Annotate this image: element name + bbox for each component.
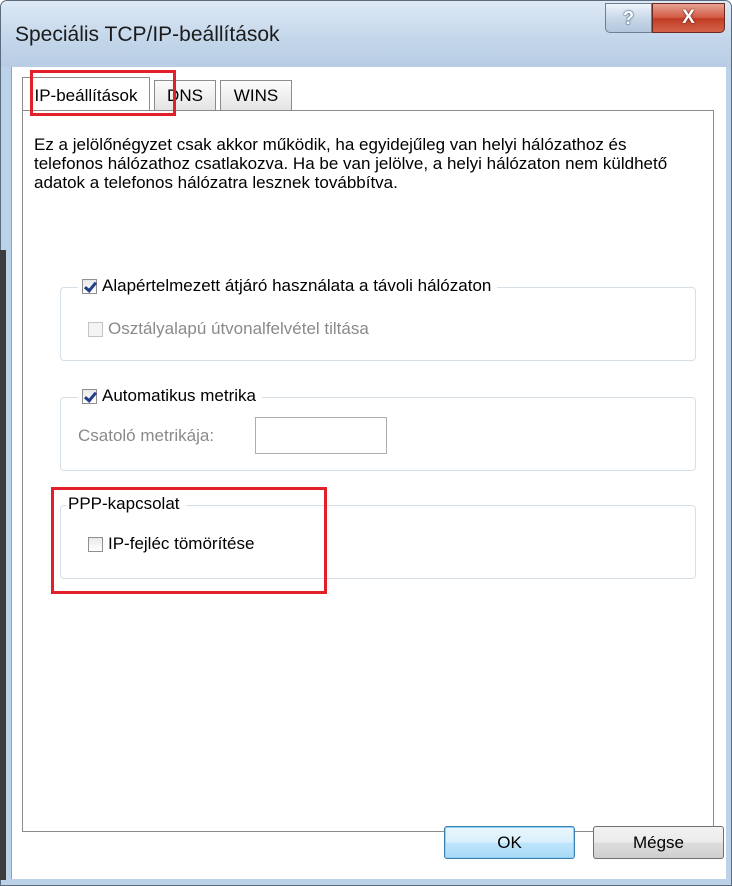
classful-route-label: Osztályalapú útvonalfelvétel tiltása — [108, 319, 369, 338]
tab-highlight-box — [30, 70, 176, 116]
gateway-checkbox[interactable] — [82, 278, 97, 294]
auto-metric-row[interactable]: Automatikus metrika — [78, 386, 262, 406]
tab-wins[interactable]: WINS — [220, 80, 292, 110]
classful-route-row: Osztályalapú útvonalfelvétel tiltása — [88, 319, 369, 339]
ok-button[interactable]: OK — [444, 826, 575, 859]
window-title: Speciális TCP/IP-beállítások — [15, 23, 280, 46]
description-text: Ez a jelölőnégyzet csak akkor működik, h… — [34, 135, 668, 192]
gateway-checkbox-row[interactable]: Alapértelmezett átjáró használata a távo… — [78, 276, 498, 296]
close-icon: X — [682, 7, 695, 28]
tab-panel — [22, 110, 714, 832]
auto-metric-checkbox[interactable] — [82, 388, 97, 404]
interface-metric-label: Csatoló metrikája: — [78, 426, 215, 445]
cancel-button[interactable]: Mégse — [593, 826, 724, 859]
left-edge-bar — [0, 250, 6, 880]
title-bar[interactable]: Speciális TCP/IP-beállítások ? X — [1, 1, 731, 67]
tab-label: WINS — [233, 86, 279, 105]
ppp-highlight-box — [51, 487, 327, 594]
ok-button-label: OK — [497, 833, 522, 852]
auto-metric-label: Automatikus metrika — [102, 386, 256, 405]
interface-metric-input — [255, 417, 387, 454]
close-button[interactable]: X — [652, 3, 725, 33]
help-icon: ? — [623, 8, 634, 28]
classful-route-checkbox — [88, 321, 103, 337]
help-button[interactable]: ? — [605, 3, 652, 33]
cancel-button-label: Mégse — [632, 833, 685, 852]
gateway-checkbox-label: Alapértelmezett átjáró használata a távo… — [102, 276, 492, 295]
